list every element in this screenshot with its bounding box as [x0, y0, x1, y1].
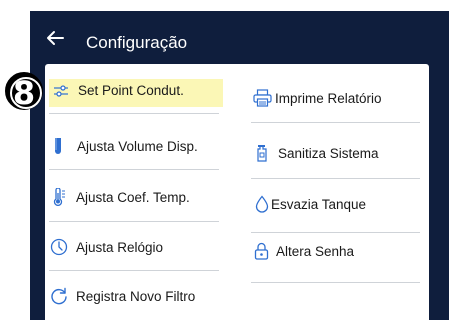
divider: [251, 282, 420, 283]
menu-item-sanitiza-sistema[interactable]: Sanitiza Sistema: [256, 144, 379, 162]
menu-item-label: Esvazia Tanque: [271, 196, 367, 212]
menu-item-label: Set Point Condut.: [78, 83, 184, 98]
water-drop-icon: [255, 195, 269, 213]
clock-icon: [50, 238, 68, 256]
lock-icon: [254, 242, 269, 260]
menu-item-label: Registra Novo Filtro: [76, 288, 196, 304]
app-window: Configuração Set Point Condut. Ajusta Vo…: [30, 11, 449, 320]
refresh-icon: [51, 287, 67, 305]
menu-item-esvazia-tanque[interactable]: Esvazia Tanque: [255, 195, 366, 213]
menu-item-ajusta-volume-disp[interactable]: Ajusta Volume Disp.: [53, 137, 198, 155]
divider: [49, 113, 219, 114]
menu-item-registra-novo-filtro[interactable]: Registra Novo Filtro: [50, 287, 195, 305]
test-tube-icon: [55, 138, 61, 154]
divider: [251, 122, 420, 123]
page-title: Configuração: [86, 33, 188, 52]
divider: [49, 270, 219, 271]
menu-item-label: Ajusta Relógio: [76, 239, 164, 255]
divider: [251, 232, 420, 233]
menu-item-label: Ajusta Volume Disp.: [77, 138, 198, 154]
menu-item-label: Ajusta Coef. Temp.: [76, 189, 190, 205]
settings-menu-panel: Set Point Condut. Ajusta Volume Disp. Aj…: [45, 64, 429, 320]
menu-item-imprime-relatorio[interactable]: Imprime Relatório: [253, 89, 382, 107]
divider: [251, 178, 420, 179]
menu-item-set-point-condut[interactable]: Set Point Condut.: [54, 83, 184, 98]
step-number-badge: 8: [5, 72, 43, 112]
thermometer-icon: [53, 188, 65, 206]
divider: [49, 221, 219, 222]
menu-item-label: Sanitiza Sistema: [278, 145, 379, 161]
menu-item-ajusta-relogio[interactable]: Ajusta Relógio: [50, 238, 163, 256]
menu-item-label: Imprime Relatório: [275, 90, 382, 106]
sliders-icon: [54, 84, 68, 97]
menu-item-ajusta-coef-temp[interactable]: Ajusta Coef. Temp.: [52, 188, 190, 206]
header-bar: Configuração: [30, 11, 449, 65]
menu-item-label: Altera Senha: [276, 243, 355, 259]
divider: [49, 169, 219, 170]
menu-item-altera-senha[interactable]: Altera Senha: [254, 242, 354, 260]
step-number: 8: [12, 74, 36, 112]
printer-icon: [253, 89, 272, 107]
arrow-left-icon[interactable]: [46, 30, 64, 46]
sanitizer-bottle-icon: [257, 145, 267, 162]
